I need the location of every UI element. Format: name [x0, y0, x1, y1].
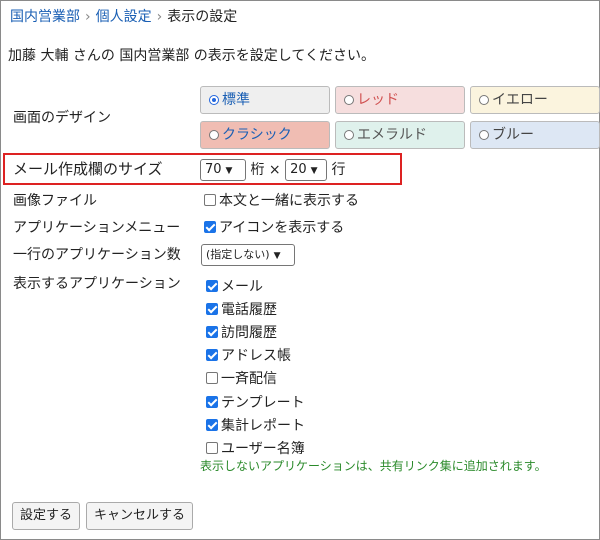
- design-option[interactable]: クラシック: [200, 121, 330, 149]
- cancel-button[interactable]: キャンセルする: [86, 502, 194, 530]
- design-radio[interactable]: [344, 95, 354, 105]
- app-checkbox[interactable]: [206, 372, 218, 385]
- display-apps-note: 表示しないアプリケーションは、共有リンク集に追加されます。: [200, 459, 547, 473]
- breadcrumb-link-department[interactable]: 国内営業部: [10, 9, 80, 25]
- app-list-item[interactable]: アドレス帳: [206, 345, 291, 365]
- submit-button[interactable]: 設定する: [12, 502, 81, 530]
- app-item-label: アドレス帳: [221, 348, 291, 365]
- design-option-label: クラシック: [222, 127, 292, 143]
- app-checkbox[interactable]: [206, 441, 218, 454]
- app-item-label: メール: [221, 279, 263, 295]
- chevron-down-icon: ▼: [225, 166, 233, 176]
- app-list-item[interactable]: 集計レポート: [206, 415, 305, 435]
- app-item-label: 訪問履歴: [221, 325, 277, 342]
- breadcrumb-current: 表示の設定: [167, 9, 238, 25]
- apps-per-row-control: (指定しない) ▼: [201, 244, 295, 266]
- breadcrumb-link-personal-settings[interactable]: 個人設定: [96, 9, 152, 25]
- app-list-item[interactable]: 電話履歴: [206, 299, 277, 319]
- design-option-label: イエロー: [492, 92, 548, 108]
- design-radio[interactable]: [209, 95, 219, 105]
- apps-per-row-select[interactable]: (指定しない) ▼: [201, 244, 295, 266]
- mail-rows-select[interactable]: 20 ▼: [285, 159, 328, 181]
- app-checkbox[interactable]: [206, 418, 218, 431]
- app-item-label: 集計レポート: [221, 417, 305, 434]
- display-apps-label: 表示するアプリケーション: [13, 276, 181, 292]
- app-checkbox[interactable]: [206, 303, 218, 316]
- app-list-item[interactable]: 訪問履歴: [206, 322, 277, 342]
- app-checkbox[interactable]: [206, 280, 218, 292]
- app-checkbox[interactable]: [206, 395, 218, 408]
- design-radio[interactable]: [479, 130, 489, 140]
- app-item-label: ユーザー名簿: [221, 440, 305, 457]
- image-file-option[interactable]: 本文と一緒に表示する: [204, 190, 359, 210]
- design-option-label: レッド: [357, 92, 399, 108]
- mail-size-controls: 70 ▼ 桁 × 20 ▼ 行: [200, 159, 346, 181]
- app-item-label: 電話履歴: [221, 302, 277, 319]
- chevron-down-icon: ▼: [310, 166, 318, 176]
- cols-unit: 桁: [250, 162, 265, 178]
- app-menu-option-label: アイコンを表示する: [219, 220, 345, 236]
- breadcrumb-separator: ›: [156, 9, 163, 25]
- design-radio[interactable]: [479, 95, 489, 105]
- intro-text: 加藤 大輔 さんの 国内営業部 の表示を設定してください。: [8, 48, 375, 64]
- apps-per-row-label: 一行のアプリケーション数: [13, 247, 181, 263]
- app-list-item[interactable]: テンプレート: [206, 392, 305, 412]
- mail-cols-select[interactable]: 70 ▼: [200, 159, 246, 181]
- app-checkbox[interactable]: [206, 326, 218, 339]
- app-menu-option[interactable]: アイコンを表示する: [204, 217, 344, 237]
- design-option[interactable]: 標準: [200, 86, 330, 114]
- breadcrumb-separator: ›: [85, 9, 91, 25]
- chevron-down-icon: ▼: [273, 251, 281, 261]
- design-option-label: ブルー: [492, 127, 534, 143]
- design-option[interactable]: ブルー: [470, 121, 600, 149]
- design-radio[interactable]: [209, 130, 219, 140]
- design-option-label: エメラルド: [357, 127, 427, 143]
- breadcrumb: 国内営業部 › 個人設定 › 表示の設定: [10, 6, 237, 26]
- design-radio[interactable]: [344, 130, 354, 140]
- times-sign: ×: [268, 162, 281, 178]
- app-list-item[interactable]: メール: [206, 276, 263, 296]
- app-list-item[interactable]: ユーザー名簿: [206, 438, 305, 458]
- app-menu-checkbox[interactable]: [204, 221, 216, 233]
- design-option[interactable]: レッド: [335, 86, 465, 114]
- design-label: 画面のデザイン: [13, 110, 111, 126]
- image-file-checkbox[interactable]: [204, 194, 216, 206]
- image-file-label: 画像ファイル: [13, 193, 97, 209]
- app-item-label: テンプレート: [221, 394, 305, 411]
- image-file-option-label: 本文と一緒に表示する: [219, 193, 359, 209]
- design-option[interactable]: イエロー: [470, 86, 600, 114]
- design-option-label: 標準: [222, 92, 250, 108]
- app-menu-label: アプリケーションメニュー: [13, 220, 181, 236]
- design-option[interactable]: エメラルド: [335, 121, 465, 149]
- app-item-label: 一斉配信: [221, 371, 277, 388]
- mail-size-label: メール作成欄のサイズ: [13, 160, 163, 178]
- rows-unit: 行: [331, 162, 346, 178]
- app-checkbox[interactable]: [206, 349, 218, 362]
- app-list-item[interactable]: 一斉配信: [206, 368, 277, 388]
